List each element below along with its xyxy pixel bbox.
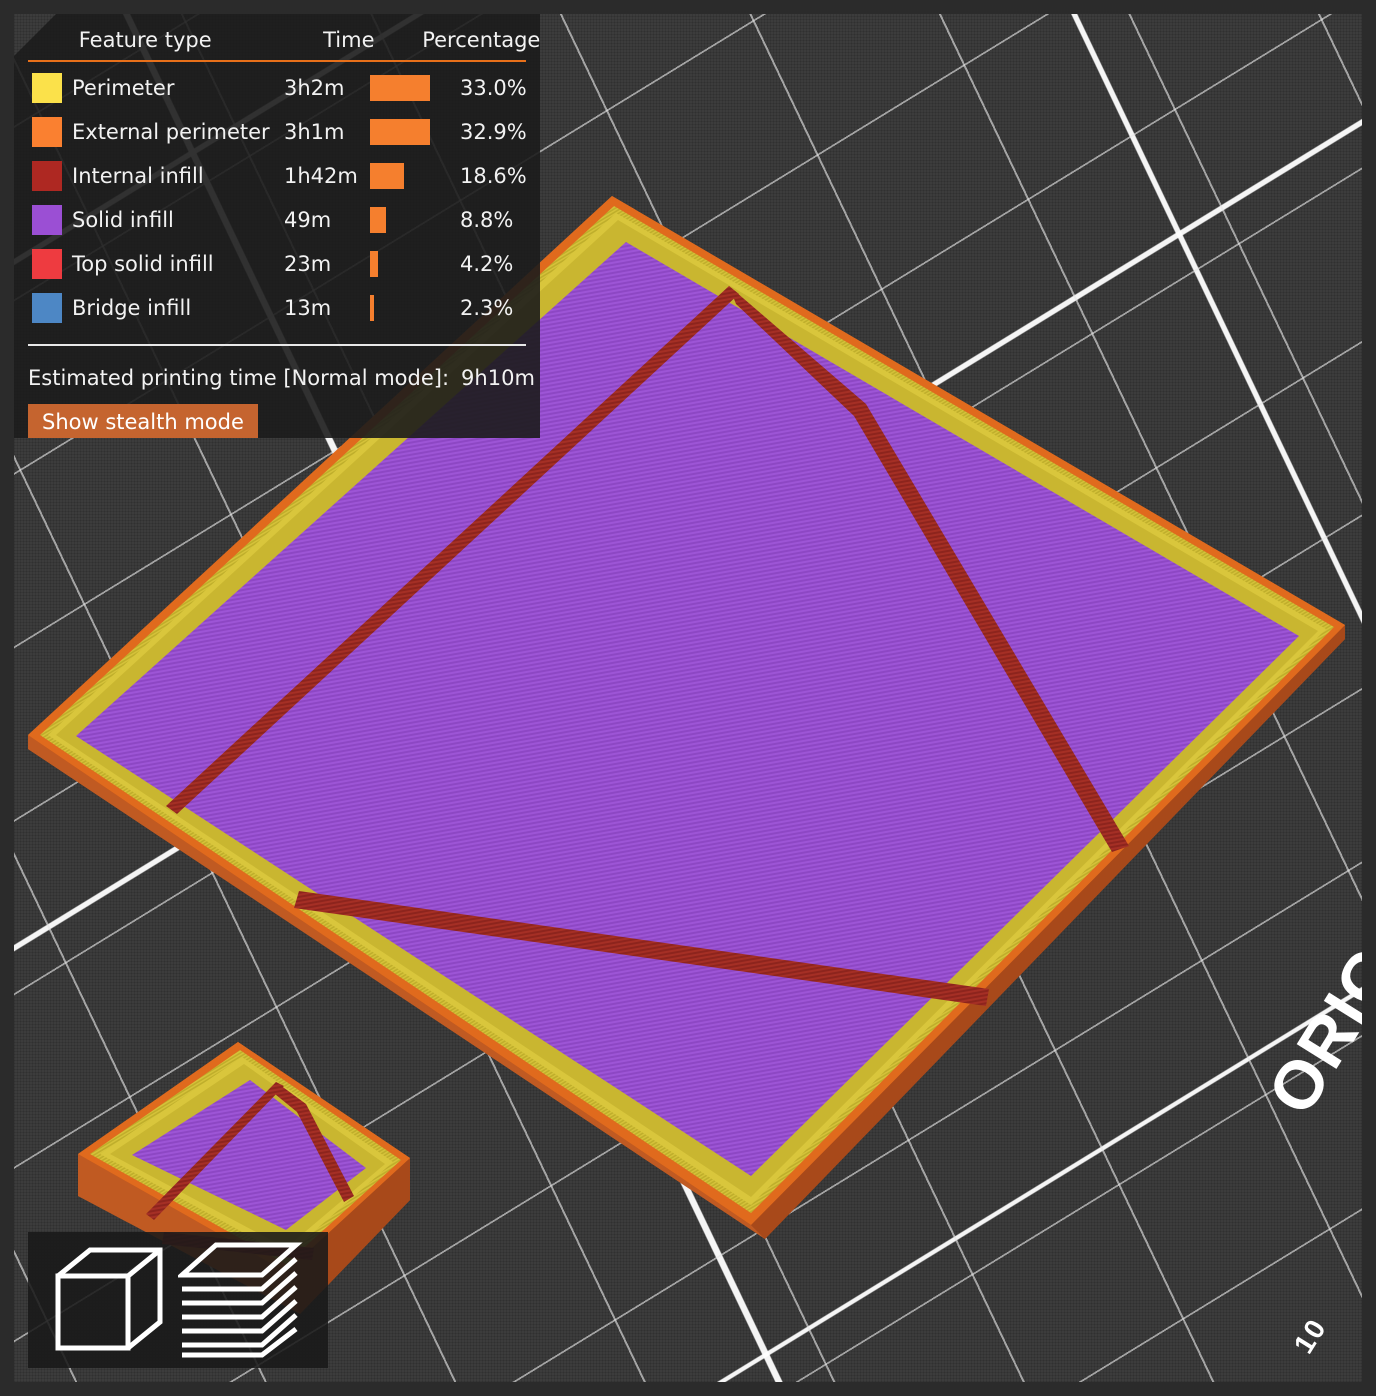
- cube-icon[interactable]: [52, 1244, 168, 1356]
- legend-feature-time: 13m: [284, 296, 332, 320]
- legend-percentage-bar: [370, 198, 460, 242]
- estimated-time-label: Estimated printing time [Normal mode]:: [28, 366, 450, 390]
- legend-percentage-value: 4.2%: [460, 252, 514, 276]
- legend-row: Perimeter 3h2m 33.0%: [28, 66, 527, 110]
- legend-feature-time: 49m: [284, 208, 332, 232]
- legend-percentage-value: 18.6%: [460, 164, 527, 188]
- legend-percentage-bar: [370, 66, 460, 110]
- legend-feature-time: 3h2m: [284, 76, 345, 100]
- prusaslicer-preview-window: ORIG 10 Feature type Time Percentage Per…: [0, 0, 1376, 1396]
- layers-icon[interactable]: [178, 1241, 304, 1359]
- legend-header-divider: [28, 60, 526, 62]
- legend-panel: Feature type Time Percentage Perimeter 3h…: [14, 14, 540, 438]
- legend-color-swatch: [28, 286, 72, 330]
- show-stealth-mode-button[interactable]: Show stealth mode: [28, 404, 258, 438]
- feature-legend-table: Feature type Time Percentage: [28, 28, 541, 60]
- legend-percentage-value: 8.8%: [460, 208, 514, 232]
- legend-row: Bridge infill 13m 2.3%: [28, 286, 526, 330]
- legend-feature-name: Internal infill: [72, 164, 204, 188]
- legend-row: Top solid infill 23m 4.2%: [28, 242, 526, 286]
- legend-percentage-value: 33.0%: [460, 76, 527, 100]
- legend-header-time: Time: [323, 28, 375, 52]
- legend-color-swatch: [28, 198, 72, 242]
- legend-feature-name: Solid infill: [72, 208, 174, 232]
- legend-row: Solid infill 49m 8.8%: [28, 198, 526, 242]
- legend-feature-name: Bridge infill: [72, 296, 192, 320]
- feature-legend-rows: Perimeter 3h2m 33.0% External perimeter 3h1m…: [28, 66, 527, 330]
- legend-percentage-value: 2.3%: [460, 296, 514, 320]
- legend-percentage-bar: [370, 110, 460, 154]
- legend-header-row: Feature type Time Percentage: [28, 28, 541, 60]
- legend-feature-name: External perimeter: [72, 120, 270, 144]
- legend-percentage-bar: [370, 242, 460, 286]
- legend-feature-name: Top solid infill: [72, 252, 214, 276]
- legend-feature-time: 1h42m: [284, 164, 358, 188]
- legend-row: External perimeter 3h1m 32.9%: [28, 110, 527, 154]
- legend-header-feature-type: Feature type: [78, 28, 212, 52]
- legend-percentage-bar: [370, 154, 460, 198]
- legend-percentage-bar: [370, 286, 460, 330]
- legend-color-swatch: [28, 66, 72, 110]
- estimated-time-row: Estimated printing time [Normal mode]: 9h…: [28, 346, 535, 390]
- legend-color-swatch: [28, 242, 72, 286]
- legend-color-swatch: [28, 154, 72, 198]
- legend-feature-time: 3h1m: [284, 120, 345, 144]
- estimated-time-value: 9h10m: [461, 366, 535, 390]
- legend-feature-name: Perimeter: [72, 76, 175, 100]
- view-mode-toolbar: [28, 1232, 328, 1368]
- legend-percentage-value: 32.9%: [460, 120, 527, 144]
- legend-feature-time: 23m: [284, 252, 332, 276]
- legend-color-swatch: [28, 110, 72, 154]
- legend-header-percentage: Percentage: [422, 28, 541, 52]
- legend-row: Internal infill 1h42m 18.6%: [28, 154, 527, 198]
